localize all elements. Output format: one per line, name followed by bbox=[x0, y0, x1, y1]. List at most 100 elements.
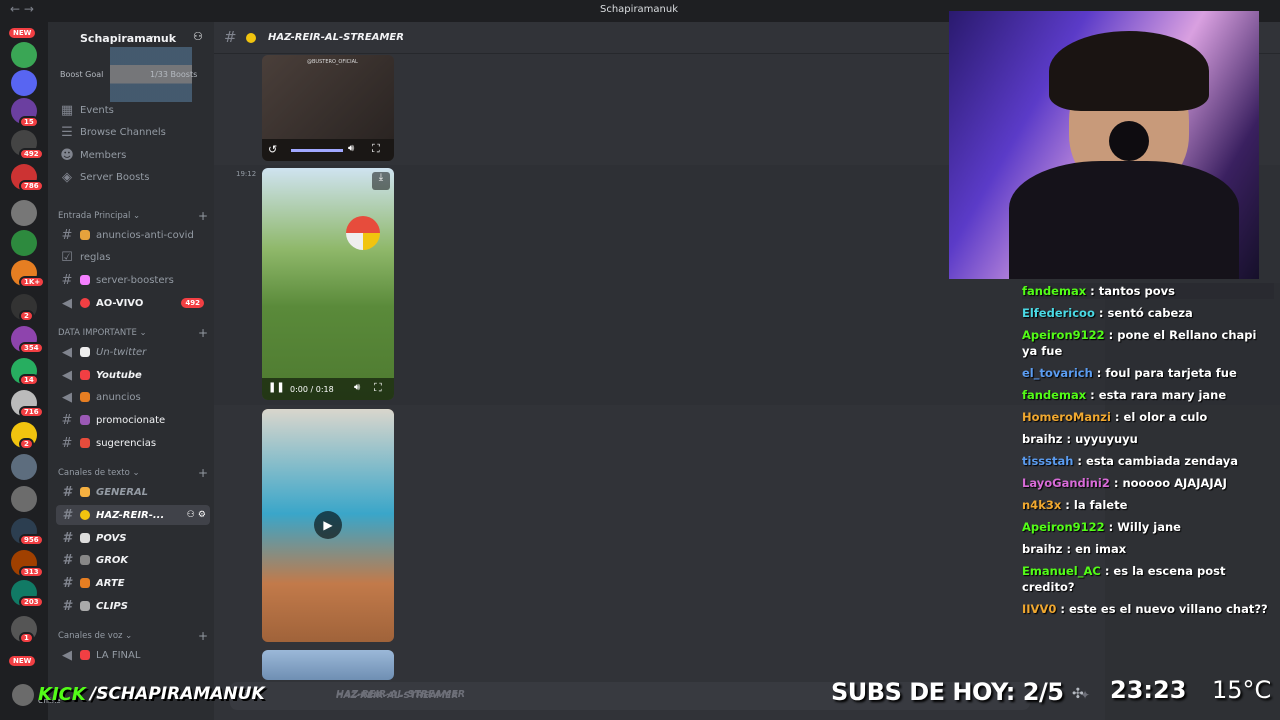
laugh-emoji-icon bbox=[80, 510, 90, 520]
add-channel-icon[interactable]: + bbox=[198, 209, 208, 223]
rules-icon: ☑ bbox=[61, 249, 73, 265]
boost-goal[interactable]: Boost Goal 1/33 Boosts bbox=[58, 64, 208, 84]
chat-text: Willy jane bbox=[1117, 520, 1181, 534]
red-dot-icon bbox=[80, 298, 90, 308]
channel-clips[interactable]: # CLIPS bbox=[56, 596, 210, 616]
video-attachment[interactable] bbox=[262, 650, 394, 680]
hash-icon: # bbox=[62, 530, 72, 546]
stream-chat: fandemax : tantos povs Elfedericoo : sen… bbox=[1022, 283, 1274, 623]
chat-user: Elfedericoo bbox=[1022, 306, 1095, 320]
channel-general[interactable]: # GENERAL bbox=[56, 482, 210, 502]
hash-icon: # bbox=[61, 412, 73, 428]
channel-povs[interactable]: # POVS bbox=[56, 528, 210, 548]
grok-icon bbox=[80, 555, 90, 565]
channel-label: anuncios-anti-covid bbox=[96, 229, 194, 241]
volume-icon[interactable]: 🔊︎ bbox=[354, 382, 360, 393]
add-channel-icon[interactable]: + bbox=[198, 466, 208, 480]
chat-message: fandemax : tantos povs bbox=[1022, 283, 1274, 299]
menu-server-boosts[interactable]: ◈ Server Boosts bbox=[56, 167, 210, 187]
channel-arte[interactable]: # ARTE bbox=[56, 573, 210, 593]
channel-label: server-boosters bbox=[96, 274, 174, 286]
guild-icon[interactable] bbox=[11, 230, 37, 256]
category-data-importante[interactable]: DATA IMPORTANTE ⌄ + bbox=[58, 326, 208, 340]
hand-icon bbox=[80, 487, 90, 497]
menu-label: Members bbox=[80, 149, 127, 161]
guild-icon[interactable] bbox=[11, 486, 37, 512]
channel-label: Un-twitter bbox=[96, 346, 147, 358]
chat-message: Apeiron9122 : pone el Rellano chapi ya f… bbox=[1022, 328, 1257, 358]
add-channel-icon[interactable]: + bbox=[198, 326, 208, 340]
video-attachment[interactable]: @BUSTERO_OFICIAL ↺ 🔊︎ ⛶ bbox=[262, 55, 394, 161]
video-frame bbox=[262, 55, 394, 139]
volume-icon[interactable]: 🔊︎ bbox=[348, 143, 354, 154]
category-canales-voz[interactable]: Canales de voz ⌄ + bbox=[58, 629, 208, 643]
chat-text: uyyuyuyu bbox=[1075, 432, 1138, 446]
channel-promocionate[interactable]: # promocionate bbox=[56, 410, 210, 430]
replay-icon[interactable]: ↺ bbox=[268, 143, 277, 156]
fullscreen-icon[interactable]: ⛶ bbox=[374, 381, 382, 395]
chat-message: Elfedericoo : sentó cabeza bbox=[1022, 306, 1193, 320]
megaphone-icon: ◀ bbox=[62, 367, 72, 383]
server-header[interactable]: Schapiramanuk ⌄ ⚇ bbox=[48, 22, 214, 54]
video-attachment[interactable]: ⤓ ❚❚ 0:00 / 0:18 🔊︎ ⛶ bbox=[262, 168, 394, 400]
video-frame bbox=[262, 168, 394, 400]
settings-icon[interactable]: ⚇ ⚙ bbox=[187, 510, 206, 520]
video-time: 0:00 / 0:18 bbox=[290, 385, 334, 394]
play-icon[interactable]: ▶ bbox=[314, 511, 342, 539]
guild-icon[interactable] bbox=[11, 70, 37, 96]
menu-members[interactable]: ☻ Members bbox=[56, 145, 210, 165]
promo-icon bbox=[80, 415, 90, 425]
kick-username: /SCHAPIRAMANUK bbox=[90, 684, 265, 704]
guild-icon[interactable] bbox=[11, 200, 37, 226]
chat-text: en imax bbox=[1075, 542, 1127, 556]
chat-text: este es el nuevo villano chat?? bbox=[1068, 602, 1268, 616]
volume-slider[interactable] bbox=[291, 149, 343, 152]
chat-text: sentó cabeza bbox=[1107, 306, 1193, 320]
unread-badge: 14 bbox=[19, 374, 39, 386]
browse-icon: ☰ bbox=[61, 124, 73, 140]
megaphone-icon: ◀ bbox=[62, 389, 72, 405]
channel-label: anuncios bbox=[96, 391, 141, 403]
category-label: Canales de voz bbox=[58, 631, 123, 641]
channel-anuncios[interactable]: ◀ anuncios bbox=[56, 387, 210, 407]
fullscreen-icon[interactable]: ⛶ bbox=[372, 142, 380, 156]
channel-label: CLIPS bbox=[96, 600, 128, 612]
back-forward-icon[interactable]: ← → bbox=[10, 2, 34, 16]
unread-badge: 716 bbox=[19, 406, 44, 418]
eyes-icon bbox=[80, 533, 90, 543]
chat-message: braihz : en imax bbox=[1022, 542, 1127, 556]
kick-logo: KICK bbox=[38, 684, 86, 705]
channel-anuncios-anti-covid[interactable]: # anuncios-anti-covid bbox=[56, 225, 210, 245]
voice-channel-la-final[interactable]: ◀ LA FINAL bbox=[56, 645, 210, 665]
guild-icon[interactable] bbox=[11, 454, 37, 480]
channel-ao-vivo[interactable]: ◀ AO-VIVO 492 bbox=[56, 293, 210, 313]
palette-icon bbox=[80, 578, 90, 588]
add-channel-icon[interactable]: + bbox=[198, 629, 208, 643]
menu-browse-channels[interactable]: ☰ Browse Channels bbox=[56, 122, 210, 142]
channel-un-twitter[interactable]: ◀ Un-twitter bbox=[56, 342, 210, 362]
chat-text: la falete bbox=[1073, 498, 1128, 512]
download-icon[interactable]: ⤓ bbox=[372, 172, 390, 190]
speaker-icon: ◀ bbox=[62, 647, 72, 663]
category-canales-texto[interactable]: Canales de texto ⌄ + bbox=[58, 466, 208, 480]
channel-label: GROK bbox=[96, 554, 129, 566]
chat-user: braihz bbox=[1022, 432, 1063, 446]
phone-icon bbox=[80, 438, 90, 448]
channel-haz-reir[interactable]: # HAZ-REIR-... ⚇ ⚙ bbox=[56, 505, 210, 525]
apps-icon[interactable]: ✣ bbox=[1072, 686, 1084, 702]
channel-server-boosters[interactable]: # server-boosters bbox=[56, 270, 210, 290]
video-attachment[interactable]: ▶ bbox=[262, 409, 394, 642]
channel-sugerencias[interactable]: # sugerencias bbox=[56, 433, 210, 453]
add-user-icon[interactable]: ⚇ bbox=[193, 30, 203, 43]
channel-label: LA FINAL bbox=[96, 649, 141, 661]
category-entrada[interactable]: Entrada Principal ⌄ + bbox=[58, 209, 208, 223]
megaphone-icon: ◀ bbox=[62, 344, 72, 360]
channel-reglas[interactable]: ☑ reglas bbox=[56, 247, 210, 267]
avatar[interactable] bbox=[12, 684, 34, 706]
channel-youtube[interactable]: ◀ Youtube bbox=[56, 365, 210, 385]
chat-user: tissstah bbox=[1022, 454, 1074, 468]
guild-icon[interactable] bbox=[11, 42, 37, 68]
menu-events[interactable]: ▦ Events bbox=[56, 100, 210, 120]
channel-grok[interactable]: # GROK bbox=[56, 550, 210, 570]
pause-icon[interactable]: ❚❚ bbox=[268, 382, 285, 393]
